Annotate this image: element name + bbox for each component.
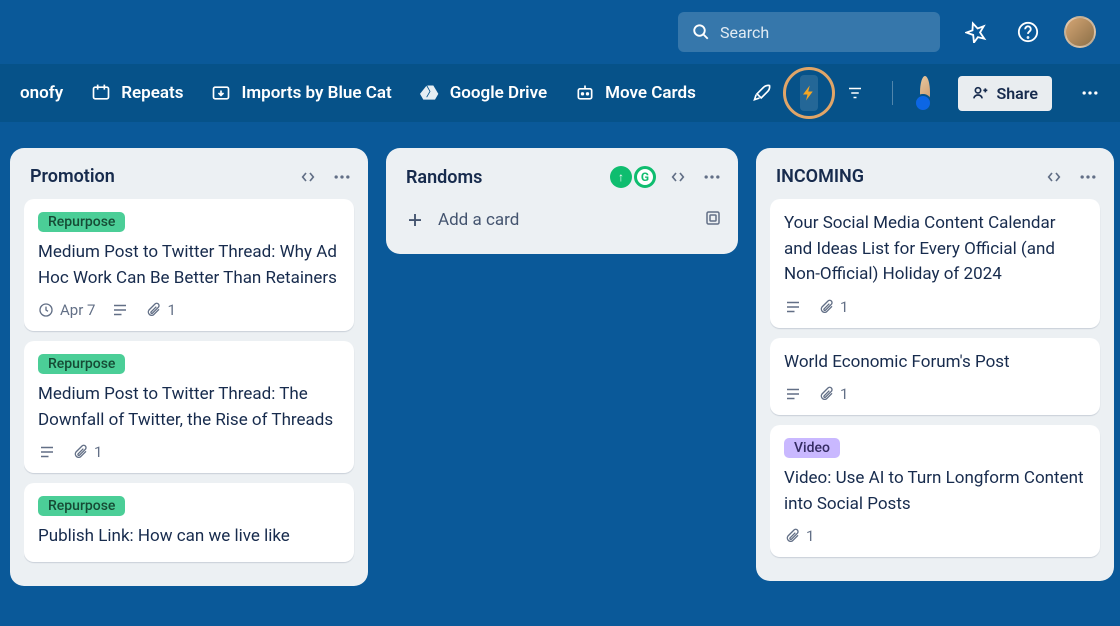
powerup-imports[interactable]: Imports by Blue Cat: [211, 83, 391, 103]
attachment-badge: 1: [818, 298, 848, 316]
attachment-badge: 1: [72, 443, 102, 461]
plus-icon: [406, 211, 424, 229]
attachment-icon: [72, 444, 88, 460]
attachment-icon: [818, 386, 834, 402]
card-label[interactable]: Repurpose: [38, 354, 125, 374]
card[interactable]: Your Social Media Content Calendar and I…: [770, 199, 1100, 328]
list-title[interactable]: Randoms: [406, 167, 482, 188]
description-icon: [784, 385, 802, 403]
card-title: Publish Link: How can we live like: [38, 524, 340, 550]
attachment-badge: 1: [818, 385, 848, 403]
powerup-drive[interactable]: Google Drive: [420, 83, 547, 103]
cards-container: Your Social Media Content Calendar and I…: [770, 199, 1106, 567]
card-title: Medium Post to Twitter Thread: The Downf…: [38, 382, 340, 433]
rocket-icon[interactable]: [752, 75, 772, 111]
grammarly-badges[interactable]: ↑: [610, 166, 656, 188]
search-icon: [692, 23, 710, 41]
share-button[interactable]: Share: [958, 76, 1052, 111]
collapse-icon[interactable]: [1044, 169, 1064, 185]
grammarly-g-icon: [634, 166, 656, 188]
attachment-icon: [818, 299, 834, 315]
repeat-icon: [91, 83, 111, 103]
list-promotion: Promotion Repurpose Medium Post to Twitt…: [10, 148, 368, 586]
card-badges: 1: [784, 298, 1086, 316]
topbar: [0, 0, 1120, 64]
list-randoms: Randoms ↑ Add a card: [386, 148, 738, 254]
robot-icon: [575, 83, 595, 103]
template-icon: [704, 209, 722, 227]
card-template-button[interactable]: [704, 209, 730, 231]
filter-button[interactable]: [846, 75, 864, 111]
powerup-repeats[interactable]: Repeats: [91, 83, 183, 103]
list-menu-icon[interactable]: [332, 167, 352, 187]
drive-icon: [420, 83, 440, 103]
board-menu-button[interactable]: [1080, 75, 1100, 111]
card-label[interactable]: Repurpose: [38, 496, 125, 516]
description-icon: [784, 298, 802, 316]
card-badges: Apr 7 1: [38, 301, 340, 319]
card[interactable]: Repurpose Medium Post to Twitter Thread:…: [24, 341, 354, 473]
share-icon: [972, 85, 988, 101]
list-menu-icon[interactable]: [1078, 167, 1098, 187]
filter-icon: [846, 84, 864, 102]
date-badge: Apr 7: [38, 301, 95, 319]
board-header: onofy Repeats Imports by Blue Cat Google…: [0, 64, 1120, 122]
list-title[interactable]: Promotion: [30, 166, 115, 187]
board-canvas: Promotion Repurpose Medium Post to Twitt…: [0, 122, 1120, 626]
card-badges: 1: [784, 385, 1086, 403]
list-header: Randoms ↑: [400, 162, 730, 200]
list-incoming: INCOMING Your Social Media Content Calen…: [756, 148, 1114, 581]
card[interactable]: Repurpose Medium Post to Twitter Thread:…: [24, 199, 354, 331]
attachment-icon: [784, 528, 800, 544]
attachment-badge: 1: [145, 301, 175, 319]
automation-button[interactable]: [800, 75, 818, 111]
add-card-button[interactable]: Add a card: [400, 200, 525, 240]
user-avatar[interactable]: [1064, 16, 1096, 48]
card-label[interactable]: Video: [784, 438, 840, 458]
help-icon[interactable]: [1012, 16, 1044, 48]
card[interactable]: World Economic Forum's Post 1: [770, 338, 1100, 416]
list-menu-icon[interactable]: [702, 167, 722, 187]
collapse-icon[interactable]: [298, 169, 318, 185]
collapse-icon[interactable]: [668, 169, 688, 185]
card-title: Your Social Media Content Calendar and I…: [784, 211, 1086, 288]
clock-icon: [38, 302, 54, 318]
grammarly-up-icon: ↑: [610, 166, 632, 188]
card[interactable]: Video Video: Use AI to Turn Longform Con…: [770, 425, 1100, 557]
card-badges: 1: [784, 527, 1086, 545]
board-member-avatar[interactable]: [920, 76, 930, 110]
powerup-onofy[interactable]: onofy: [20, 83, 63, 103]
announcement-icon[interactable]: [960, 16, 992, 48]
card-title: World Economic Forum's Post: [784, 350, 1086, 376]
attachment-badge: 1: [784, 527, 814, 545]
powerup-move-cards[interactable]: Move Cards: [575, 83, 696, 103]
list-header: INCOMING: [770, 162, 1106, 199]
card-badges: 1: [38, 443, 340, 461]
card-title: Medium Post to Twitter Thread: Why Ad Ho…: [38, 240, 340, 291]
list-title[interactable]: INCOMING: [776, 166, 864, 187]
bolt-icon: [800, 84, 818, 102]
cards-container: Repurpose Medium Post to Twitter Thread:…: [24, 199, 360, 572]
card-label[interactable]: Repurpose: [38, 212, 125, 232]
description-icon: [38, 443, 56, 461]
card[interactable]: Repurpose Publish Link: How can we live …: [24, 483, 354, 562]
import-icon: [211, 83, 231, 103]
attachment-icon: [145, 302, 161, 318]
list-header: Promotion: [24, 162, 360, 199]
dots-icon: [1080, 83, 1100, 103]
search-box[interactable]: [678, 12, 940, 52]
description-icon: [111, 301, 129, 319]
card-title: Video: Use AI to Turn Longform Content i…: [784, 466, 1086, 517]
search-input[interactable]: [720, 23, 926, 42]
